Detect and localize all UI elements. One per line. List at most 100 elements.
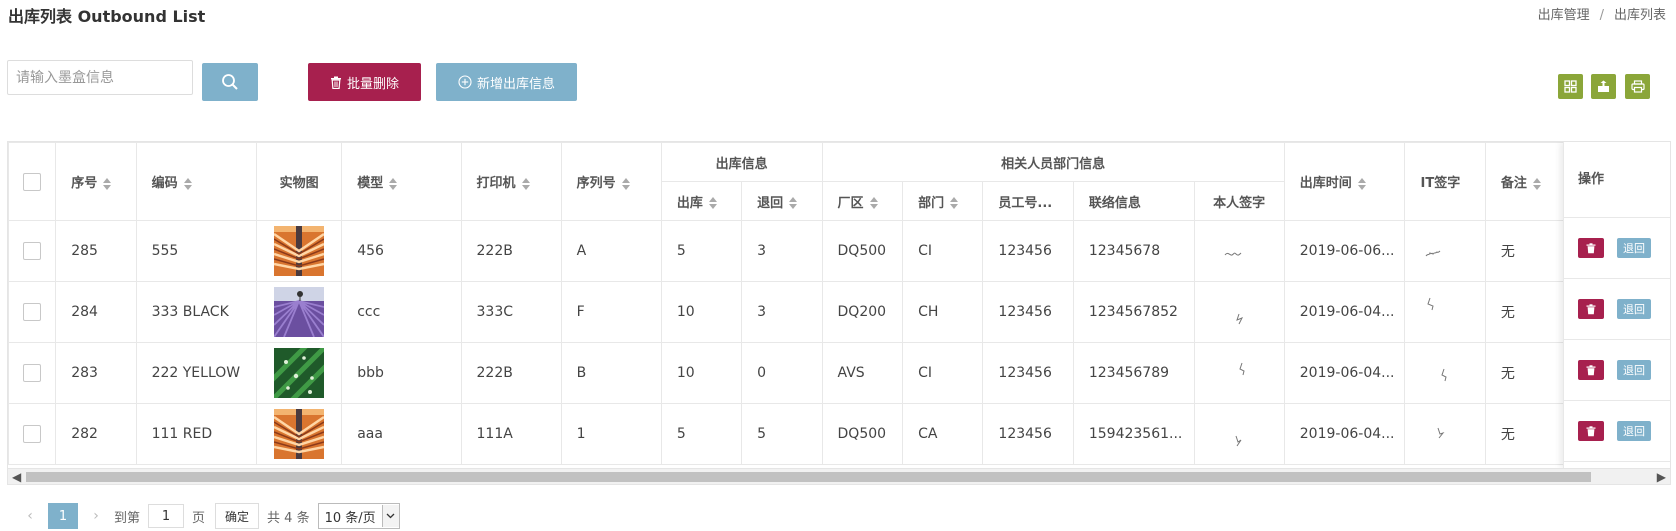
row-checkbox[interactable] [23, 303, 42, 321]
delete-row-button[interactable] [1578, 299, 1604, 319]
scrollbar-thumb[interactable] [26, 472, 1591, 482]
signature-image[interactable] [1420, 414, 1460, 454]
header-out-time[interactable]: 出库时间 [1283, 142, 1406, 221]
cell-self-sign [1193, 342, 1285, 404]
batch-delete-button[interactable]: 批量删除 [308, 63, 421, 101]
header-code[interactable]: 编码 [135, 142, 258, 221]
header-printer[interactable]: 打印机 [460, 142, 562, 221]
header-actions: 操作 [1564, 142, 1670, 218]
row-checkbox[interactable] [23, 242, 42, 260]
cell-seq: 285 [55, 220, 137, 282]
sort-icon[interactable] [621, 177, 630, 190]
table-row: 284 333 BLACK ccc 333C F 10 3 DQ200 CH 1… [8, 281, 1670, 343]
cell-contact: 123456789 [1072, 342, 1195, 404]
signature-image[interactable] [1420, 353, 1460, 393]
trash-icon [1586, 364, 1596, 375]
header-out-label: 出库 [676, 195, 703, 211]
sort-icon[interactable] [1357, 177, 1366, 190]
print-button[interactable] [1625, 74, 1650, 99]
sort-icon[interactable] [521, 177, 530, 190]
delete-row-button[interactable] [1578, 238, 1604, 258]
header-remark[interactable]: 备注 [1484, 142, 1567, 221]
sort-icon[interactable] [183, 177, 192, 190]
header-seq[interactable]: 序号 [55, 142, 137, 221]
search-input[interactable] [7, 60, 193, 95]
scroll-left-icon[interactable]: ◀ [12, 470, 21, 484]
header-dept[interactable]: 部门 [902, 181, 984, 221]
add-outbound-button[interactable]: 新增出库信息 [436, 63, 577, 101]
cell-out: 10 [660, 281, 743, 343]
goto-confirm-button[interactable]: 确定 [215, 503, 260, 529]
breadcrumb-parent[interactable]: 出库管理 [1538, 8, 1590, 23]
cell-out-time: 2019-06-04... [1283, 342, 1406, 404]
return-row-button[interactable]: 退回 [1617, 421, 1651, 441]
cell-returned: 5 [741, 403, 823, 465]
lavender-field-image[interactable] [274, 287, 325, 337]
sort-icon[interactable] [708, 197, 717, 209]
header-factory[interactable]: 厂区 [821, 181, 904, 221]
sort-icon[interactable] [103, 177, 112, 190]
return-row-button[interactable]: 退回 [1617, 360, 1651, 380]
return-row-button[interactable]: 退回 [1617, 299, 1651, 319]
cell-photo [256, 281, 343, 343]
header-model[interactable]: 模型 [341, 142, 462, 221]
prev-page-icon[interactable]: ‹ [20, 508, 40, 524]
row-checkbox[interactable] [23, 364, 42, 382]
orange-tunnel-image[interactable] [274, 226, 325, 276]
cell-contact: 159423561... [1072, 403, 1195, 465]
table-row: 282 111 RED aaa 111A 1 5 5 DQ500 CA 1234… [8, 403, 1670, 465]
page-1-button[interactable]: 1 [48, 503, 78, 529]
row-select[interactable] [8, 342, 57, 404]
goto-page-input[interactable] [148, 504, 185, 528]
header-serial[interactable]: 序列号 [560, 142, 662, 221]
trash-icon [1586, 303, 1596, 314]
sort-icon[interactable] [1532, 177, 1541, 190]
delete-row-button[interactable] [1578, 421, 1604, 441]
cell-dept: CH [902, 281, 984, 343]
sort-icon[interactable] [869, 197, 878, 209]
total-count: 共 4 条 [267, 510, 310, 526]
header-photo: 实物图 [256, 142, 343, 221]
trash-icon [330, 76, 342, 89]
goto-suffix: 页 [192, 510, 206, 526]
signature-image[interactable] [1209, 292, 1269, 332]
next-page-icon[interactable]: › [86, 508, 106, 524]
row-select[interactable] [8, 220, 57, 282]
signature-image[interactable] [1209, 236, 1269, 266]
header-returned-label: 退回 [757, 195, 784, 211]
select-all-checkbox[interactable] [23, 172, 42, 191]
signature-image[interactable] [1209, 353, 1269, 393]
cell-returned: 3 [741, 281, 823, 343]
header-out[interactable]: 出库 [660, 181, 743, 221]
cell-printer: 333C [460, 281, 562, 343]
horizontal-scrollbar[interactable]: ◀ ▶ [8, 468, 1670, 484]
signature-image[interactable] [1420, 236, 1460, 266]
header-select-all[interactable] [8, 142, 57, 221]
row-checkbox[interactable] [23, 425, 42, 443]
breadcrumb-current: 出库列表 [1613, 8, 1666, 23]
cell-it-sign [1404, 342, 1486, 404]
sort-icon[interactable] [789, 197, 798, 209]
export-button[interactable] [1591, 74, 1616, 99]
cell-out: 10 [660, 342, 743, 404]
page-size-select[interactable]: 10 条/页 [317, 503, 400, 529]
delete-row-button[interactable] [1578, 360, 1604, 380]
orange-tunnel-image[interactable] [274, 409, 325, 459]
chevron-down-icon[interactable] [381, 505, 399, 527]
search-button[interactable] [202, 63, 258, 101]
column-filter-button[interactable] [1558, 74, 1583, 99]
header-returned[interactable]: 退回 [741, 181, 823, 221]
cell-returned: 0 [741, 342, 823, 404]
return-row-button[interactable]: 退回 [1617, 238, 1651, 258]
actions-column: 操作 退回 退回 退回 退回 [1563, 142, 1670, 468]
sort-icon[interactable] [389, 177, 398, 190]
row-select[interactable] [8, 281, 57, 343]
green-leaf-image[interactable] [274, 348, 325, 398]
add-outbound-label: 新增出库信息 [476, 76, 555, 92]
signature-image[interactable] [1209, 414, 1269, 454]
sort-icon[interactable] [950, 197, 959, 209]
scroll-right-icon[interactable]: ▶ [1657, 470, 1666, 484]
signature-image[interactable] [1420, 292, 1460, 332]
row-select[interactable] [8, 403, 57, 465]
cell-serial: 1 [560, 403, 662, 465]
